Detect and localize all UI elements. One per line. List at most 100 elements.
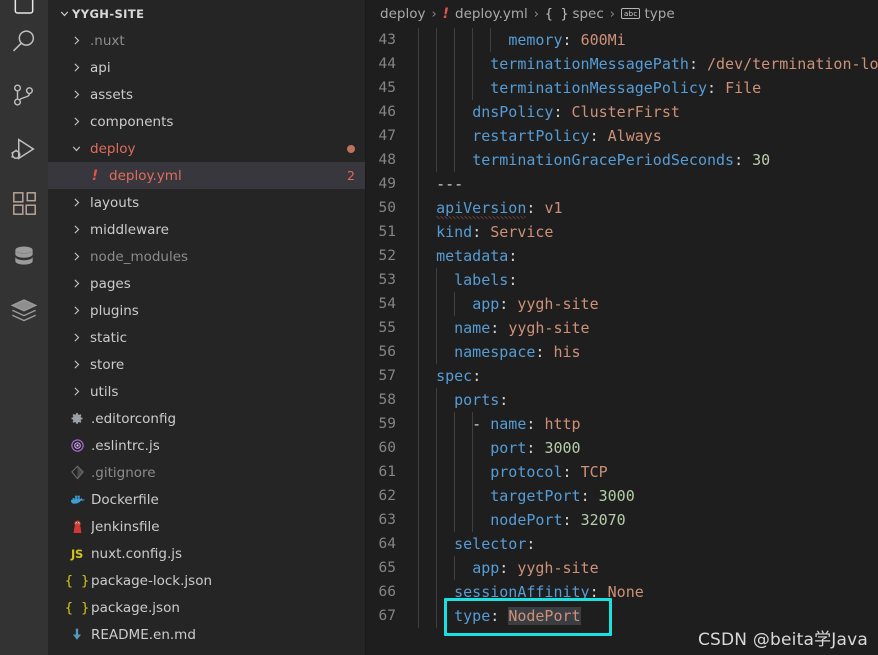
yaml-file-icon: ! [91, 167, 99, 184]
chevron-right-icon[interactable] [68, 384, 84, 400]
code-token: spec [436, 367, 473, 385]
tree-item-utils[interactable]: utils [48, 378, 365, 405]
tree-item-assets[interactable]: assets [48, 81, 365, 108]
chevron-right-icon[interactable] [68, 249, 84, 265]
code-token: his [553, 343, 581, 361]
tree-item-package-json[interactable]: { } package.json [48, 594, 365, 621]
breadcrumb-separator-icon: › [609, 6, 615, 22]
chevron-right-icon[interactable] [68, 60, 84, 76]
tree-item-components[interactable]: components [48, 108, 365, 135]
tree-item-deploy-yml[interactable]: ! deploy.yml 2 [48, 162, 365, 189]
code-line: 46 dnsPolicy: ClusterFirst [366, 100, 878, 124]
tree-item-label: middleware [90, 221, 169, 238]
line-number: 48 [378, 152, 396, 168]
code-line: 61 protocol: TCP [366, 460, 878, 484]
breadcrumb-item-spec[interactable]: { } spec [545, 6, 604, 22]
breadcrumb-separator-icon: › [533, 6, 539, 22]
extensions-icon[interactable] [0, 176, 48, 230]
line-text: apiVersion: v1 [418, 196, 878, 220]
line-number: 59 [378, 416, 396, 432]
tree-item-dockerfile[interactable]: Dockerfile [48, 486, 365, 513]
line-text: --- [418, 172, 878, 196]
chevron-right-icon[interactable] [68, 114, 84, 130]
database-icon[interactable] [0, 230, 48, 284]
chevron-right-icon[interactable] [68, 303, 84, 319]
chevron-right-icon[interactable] [68, 276, 84, 292]
code-token: terminationMessagePolicy [490, 79, 707, 97]
line-text: app: yygh-site [418, 556, 878, 580]
tree-item-nuxt-config-js[interactable]: JS nuxt.config.js [48, 540, 365, 567]
line-text: targetPort: 3000 [418, 484, 878, 508]
line-number: 64 [378, 536, 396, 552]
code-line: 59 - name: http [366, 412, 878, 436]
tree-item-editorconfig[interactable]: .editorconfig [48, 405, 365, 432]
code-token: Service [490, 223, 554, 241]
tree-item-api[interactable]: api [48, 54, 365, 81]
indent-guide [490, 28, 492, 52]
code-content: 43 memory: 600Mi 44 terminationMessagePat… [366, 28, 878, 628]
tree-item-label: components [90, 113, 174, 130]
tree-item-label: deploy [90, 140, 136, 157]
code-token: --- [436, 175, 464, 193]
tree-item-package-lock-json[interactable]: { } package-lock.json [48, 567, 365, 594]
explorer-sidebar: YYGH-SITE .nuxt api assets components deploy… [48, 0, 365, 655]
chevron-right-icon[interactable] [68, 330, 84, 346]
code-token: : [499, 295, 518, 313]
tree-item-jenkinsfile[interactable]: Jenkinsfile [48, 513, 365, 540]
breadcrumb-item-deploy[interactable]: deploy [380, 6, 425, 22]
code-editor[interactable]: 43 memory: 600Mi 44 terminationMessagePat… [366, 28, 878, 655]
chevron-right-icon[interactable] [68, 33, 84, 49]
search-icon[interactable] [0, 14, 48, 68]
line-text: restartPolicy: Always [418, 124, 878, 148]
breadcrumb-label: deploy.yml [455, 6, 528, 22]
explorer-icon[interactable] [0, 0, 48, 14]
tree-item-eslintrc-js[interactable]: .eslintrc.js [48, 432, 365, 459]
code-line: 50 apiVersion: v1 [366, 196, 878, 220]
tree-item-node-modules[interactable]: node_modules [48, 243, 365, 270]
run-and-debug-icon[interactable] [0, 122, 48, 176]
chevron-right-icon[interactable] [68, 222, 84, 238]
git-file-icon [68, 465, 86, 480]
chevron-right-icon[interactable] [68, 87, 84, 103]
code-line: 53 labels: [366, 268, 878, 292]
line-text: ports: [418, 388, 878, 412]
code-line: 45 terminationMessagePolicy: File [366, 76, 878, 100]
chevron-right-icon[interactable] [68, 195, 84, 211]
code-token: 30 [752, 151, 771, 169]
code-line: 66 sessionAffinity: None [366, 580, 878, 604]
code-token: Always [607, 127, 662, 145]
tree-item-static[interactable]: static [48, 324, 365, 351]
chevron-right-icon[interactable] [68, 357, 84, 373]
chevron-down-icon[interactable] [68, 141, 84, 157]
tree-item-layouts[interactable]: layouts [48, 189, 365, 216]
editor-area: deploy › ! deploy.yml › { } spec › abc type 43 me… [365, 0, 878, 655]
tree-item-readme-en-md[interactable]: README.en.md [48, 621, 365, 648]
code-line: 47 restartPolicy: Always [366, 124, 878, 148]
tree-item-nuxt[interactable]: .nuxt [48, 27, 365, 54]
tree-item-label: package.json [91, 599, 180, 616]
line-number: 44 [378, 56, 396, 72]
code-token: None [607, 583, 644, 601]
code-token: ports [454, 391, 500, 409]
tree-item-deploy[interactable]: deploy [48, 135, 365, 162]
tree-item-plugins[interactable]: plugins [48, 297, 365, 324]
tree-item-pages[interactable]: pages [48, 270, 365, 297]
code-token: sessionAffinity [454, 583, 590, 601]
tree-item-label: plugins [90, 302, 139, 319]
tree-item-gitignore[interactable]: .gitignore [48, 459, 365, 486]
source-control-icon[interactable] [0, 68, 48, 122]
code-token: : [490, 319, 509, 337]
explorer-root-header[interactable]: YYGH-SITE [48, 0, 365, 27]
indent-guide [436, 28, 438, 172]
breadcrumb-item-deploy-yml[interactable]: ! deploy.yml [443, 6, 528, 22]
breadcrumb-item-type[interactable]: abc type [620, 6, 675, 22]
tree-item-middleware[interactable]: middleware [48, 216, 365, 243]
code-token: : [499, 559, 518, 577]
code-line: 54 app: yygh-site [366, 292, 878, 316]
indent-guide [454, 412, 456, 532]
docker-icon[interactable] [0, 284, 48, 338]
breadcrumb-separator-icon: › [431, 6, 437, 22]
tree-item-store[interactable]: store [48, 351, 365, 378]
